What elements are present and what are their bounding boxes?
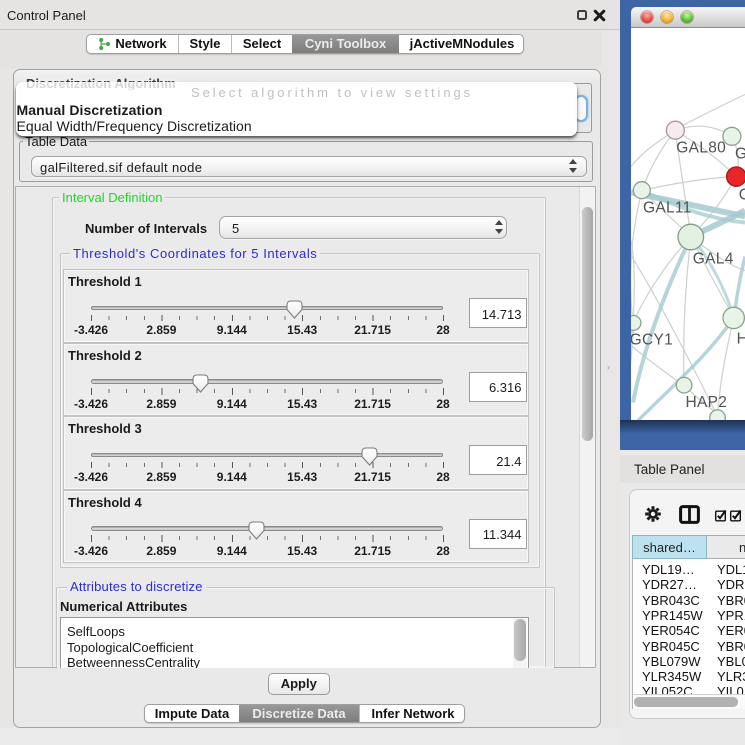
- svg-text:C: C: [739, 186, 745, 203]
- svg-text:H: H: [737, 330, 745, 347]
- svg-text:GCY1: GCY1: [631, 331, 673, 348]
- svg-text:GAL11: GAL11: [643, 199, 692, 216]
- svg-text:GA: GA: [735, 145, 745, 162]
- svg-text:HAP2: HAP2: [686, 394, 728, 411]
- svg-text:GAL4: GAL4: [693, 250, 734, 267]
- svg-text:GAL80: GAL80: [676, 139, 726, 156]
